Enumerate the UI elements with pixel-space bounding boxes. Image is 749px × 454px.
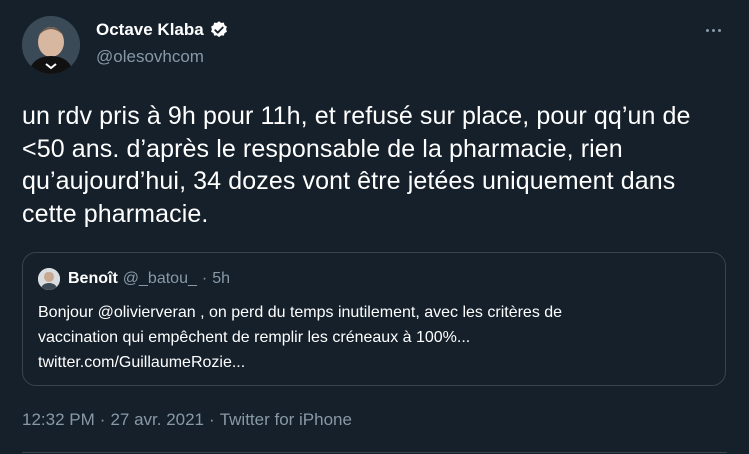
tweet-meta: 12:32 PM · 27 avr. 2021 · Twitter for iP… <box>22 410 352 430</box>
tweet-time[interactable]: 12:32 PM <box>22 410 95 430</box>
author-avatar[interactable] <box>22 16 80 74</box>
more-dot <box>705 28 709 32</box>
more-dot <box>717 28 721 32</box>
author-avatar-image <box>22 16 80 74</box>
quoted-author-name: Benoît <box>68 270 118 287</box>
meta-separator: · <box>99 410 106 429</box>
tweet-date[interactable]: 27 avr. 2021 <box>110 410 204 430</box>
quoted-age: 5h <box>212 270 230 287</box>
more-dot <box>711 28 715 32</box>
tweet-text: un rdv pris à 9h pour 11h, et refusé sur… <box>22 102 691 228</box>
quoted-text-line: vaccination qui empêchent de remplir les… <box>38 329 471 346</box>
divider <box>22 452 727 453</box>
quoted-separator: · <box>201 270 208 287</box>
quoted-author-avatar <box>38 268 60 290</box>
quoted-tweet[interactable]: Benoît @_batou_ · 5h Bonjour @olivierver… <box>22 252 726 386</box>
author-handle[interactable]: @olesovhcom <box>96 47 204 67</box>
quoted-header: Benoît @_batou_ · 5h <box>68 270 230 288</box>
meta-separator: · <box>209 410 215 429</box>
quoted-text-line: Bonjour @olivierveran , on perd du temps… <box>38 304 563 321</box>
author-name[interactable]: Octave Klaba <box>96 20 229 40</box>
verified-badge-icon <box>210 21 227 38</box>
quoted-text: Bonjour @olivierveran , on perd du temps… <box>38 300 708 375</box>
quoted-author-handle: @_batou_ <box>122 270 197 287</box>
tweet-card: Octave Klaba @olesovhcom un rdv pris à 9… <box>0 0 749 454</box>
more-options-icon[interactable] <box>701 18 725 42</box>
quoted-avatar-image <box>38 268 60 290</box>
author-name-text: Octave Klaba <box>96 20 204 39</box>
quoted-link[interactable]: twitter.com/GuillaumeRozie... <box>38 350 708 375</box>
tweet-source[interactable]: Twitter for iPhone <box>220 410 352 430</box>
